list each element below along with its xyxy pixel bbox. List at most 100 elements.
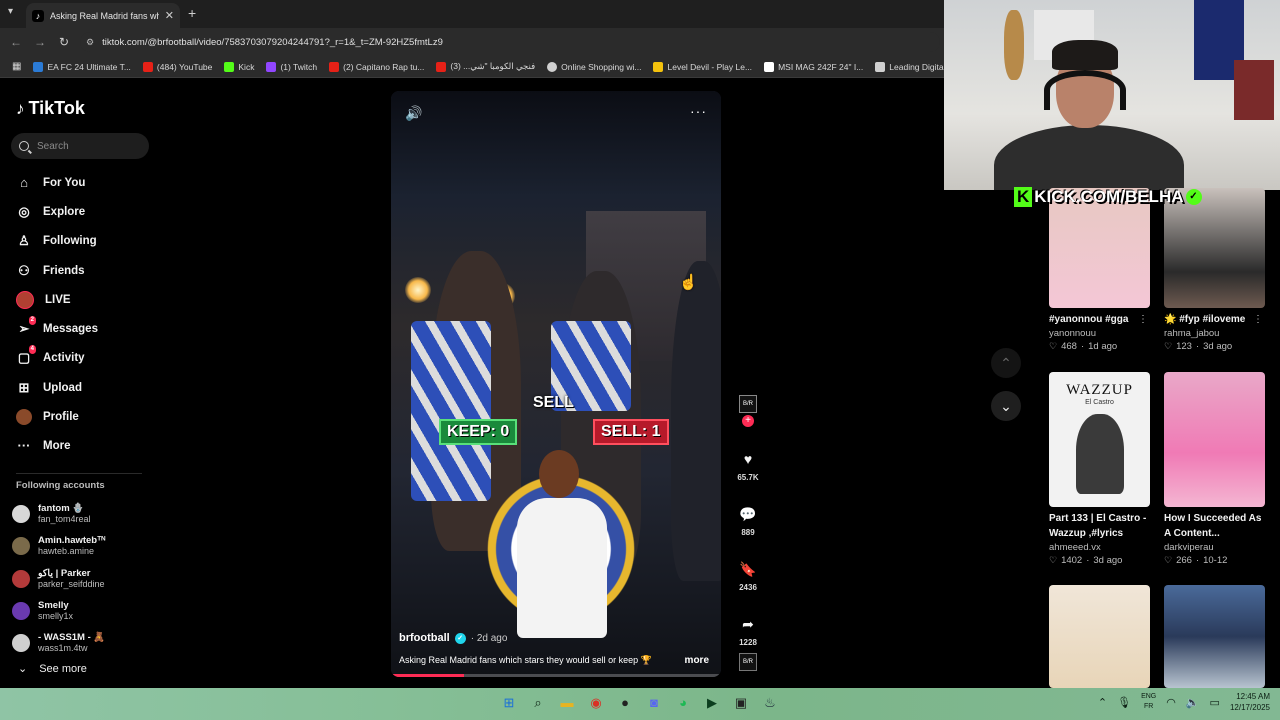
- discord-icon[interactable]: ◙: [643, 692, 665, 714]
- video-person: [671, 261, 721, 581]
- account-item[interactable]: - WASS1M - 🧸 wass1m.4tw: [12, 627, 152, 659]
- tray-expand-icon[interactable]: ⌃: [1098, 696, 1107, 709]
- tab-search-icon[interactable]: ▾: [8, 6, 13, 17]
- reload-icon[interactable]: ↻: [52, 35, 76, 49]
- bookmark-favicon-icon: [33, 61, 44, 72]
- comment-button[interactable]: 💬 889: [731, 502, 765, 537]
- chrome-icon[interactable]: ◉: [585, 692, 607, 714]
- forward-icon[interactable]: →: [28, 35, 52, 49]
- video-card-meta: ♡ 123 · 3d ago: [1164, 341, 1233, 352]
- save-button[interactable]: 🔖 2436: [731, 557, 765, 592]
- follow-plus-button[interactable]: +: [742, 415, 754, 427]
- nav-messages[interactable]: ➢ 2 Messages: [16, 314, 156, 343]
- account-item[interactable]: fantom 🪬 fan_tom4real: [12, 498, 152, 530]
- video-card[interactable]: [1164, 585, 1265, 688]
- more-options-icon[interactable]: ···: [690, 103, 707, 119]
- store-icon: [875, 61, 886, 72]
- tab-title: Asking Real Madrid fans wh: [50, 10, 159, 21]
- account-item[interactable]: Smelly smelly1x: [12, 595, 152, 627]
- video-progress-bar[interactable]: [391, 674, 721, 677]
- file-explorer-icon[interactable]: ▬: [556, 692, 578, 714]
- bookmark[interactable]: (484) YouTube: [137, 61, 218, 72]
- search-icon[interactable]: ⌕: [527, 692, 549, 714]
- tiktok-favicon-icon: ♪: [32, 9, 44, 22]
- search-input[interactable]: Search: [11, 133, 149, 159]
- site-info-icon[interactable]: ⚙: [86, 37, 94, 48]
- back-icon[interactable]: ←: [4, 35, 28, 49]
- tiktok-logo[interactable]: ♪ TikTok: [16, 98, 85, 119]
- nav-live[interactable]: LIVE: [16, 285, 156, 314]
- nav-explore[interactable]: ◎ Explore: [16, 197, 156, 226]
- nav-for-you[interactable]: ⌂ For You: [16, 168, 156, 197]
- address-bar[interactable]: ⚙ tiktok.com/@brfootball/video/758370307…: [80, 32, 940, 52]
- sidebar-divider: [16, 473, 142, 474]
- like-button[interactable]: ♥ 65.7K: [731, 447, 765, 482]
- wifi-icon[interactable]: ◠: [1166, 696, 1176, 709]
- spotify-icon[interactable]: ◕: [672, 692, 694, 714]
- chevron-down-icon: ⌄: [1000, 398, 1012, 414]
- streamer-shirt: [994, 125, 1184, 190]
- nav-upload[interactable]: ⊞ Upload: [16, 373, 156, 402]
- bookmark[interactable]: فنجي الكومبا "شي... (3): [430, 61, 541, 72]
- youtube-icon: [436, 61, 447, 72]
- see-more-button[interactable]: ⌄ See more: [18, 662, 87, 676]
- account-item[interactable]: ياكو | Parker parker_seifddine: [12, 563, 152, 595]
- heart-icon: ♥: [743, 451, 753, 467]
- nav-activity[interactable]: ▢ 4 Activity: [16, 344, 156, 373]
- like-count: 65.7K: [737, 473, 759, 482]
- video-author[interactable]: brfootball ✓ · 2d ago: [399, 632, 507, 644]
- video-light: [405, 277, 431, 303]
- tab-close-icon[interactable]: ✕: [165, 9, 174, 22]
- bookmark[interactable]: Online Shopping wi...: [541, 61, 647, 72]
- nav-more[interactable]: ··· More: [16, 432, 156, 461]
- kebab-icon[interactable]: ⋮: [1253, 314, 1263, 325]
- main-nav: ⌂ For You ◎ Explore ♙ Following ⚇ Friends LI…: [16, 168, 156, 461]
- nav-following[interactable]: ♙ Following: [16, 227, 156, 256]
- clock[interactable]: 12:45 AM 12/17/2025: [1230, 691, 1270, 713]
- bookmark[interactable]: Kick: [218, 61, 260, 72]
- nav-friends[interactable]: ⚇ Friends: [16, 256, 156, 285]
- video-card[interactable]: #yanonnou #gga ⋮ yanonnouu ♡ 468 · 1d ago: [1049, 188, 1150, 353]
- activity-icon: ▢ 4: [17, 345, 36, 366]
- video-card-title: How I Succeeded As A Content...: [1164, 513, 1262, 539]
- language-indicator[interactable]: ENG FR: [1141, 692, 1156, 712]
- new-tab-button[interactable]: +: [188, 5, 196, 21]
- bookmark[interactable]: MSI MAG 242F 24" I...: [758, 61, 869, 72]
- steam-icon[interactable]: ♨: [759, 692, 781, 714]
- headset: [1044, 70, 1126, 110]
- app-icon[interactable]: ●: [614, 692, 636, 714]
- creator-avatar[interactable]: B/R: [739, 395, 757, 413]
- apps-icon[interactable]: ▦: [6, 61, 27, 72]
- meta-dot: ·: [1195, 341, 1200, 352]
- battery-icon[interactable]: ▭: [1210, 696, 1220, 709]
- nav-profile[interactable]: Profile: [16, 402, 156, 431]
- account-item[interactable]: Amin.hawtebᵀᴺ hawteb.amine: [12, 530, 152, 562]
- previous-video-button[interactable]: ⌃: [991, 348, 1021, 378]
- bookmark[interactable]: EA FC 24 Ultimate T...: [27, 61, 136, 72]
- terminal-icon[interactable]: ▶: [701, 692, 723, 714]
- meta-dot: ·: [1080, 341, 1085, 352]
- bookmarks-bar: ▦ EA FC 24 Ultimate T... (484) YouTube K…: [0, 56, 944, 78]
- volume-icon[interactable]: 🔊: [405, 105, 422, 122]
- video-card[interactable]: 🌟 #fyp #iloveme ⋮ rahma_jabou ♡ 123 · 3d ag…: [1164, 188, 1265, 353]
- video-card[interactable]: WAZZUP El Castro Part 133 | El Castro - …: [1049, 372, 1150, 567]
- bookmark[interactable]: Level Devil - Play Le...: [647, 61, 758, 72]
- video-player[interactable]: SELL KEEP: 0 SELL: 1 🔊 ··· brfootball ✓ …: [391, 91, 721, 677]
- microphone-icon[interactable]: 🎙: [1117, 696, 1131, 709]
- windows-start-icon[interactable]: ⊞: [498, 692, 520, 714]
- kebab-icon[interactable]: ⋮: [1138, 314, 1148, 325]
- caption-more-button[interactable]: more: [685, 655, 709, 666]
- globe-icon: [547, 61, 558, 72]
- video-card[interactable]: How I Succeeded As A Content... darkvipe…: [1164, 372, 1265, 567]
- tab-active[interactable]: ♪ Asking Real Madrid fans wh ✕: [26, 3, 180, 28]
- share-button[interactable]: ➦ 1228: [731, 612, 765, 647]
- music-disc-icon[interactable]: B/R: [739, 653, 757, 671]
- kick-icon: [224, 61, 235, 72]
- epic-games-icon[interactable]: ▣: [730, 692, 752, 714]
- bookmark[interactable]: (1) Twitch: [260, 61, 323, 72]
- bookmark[interactable]: (2) Capitano Rap tu...: [323, 61, 430, 72]
- volume-icon[interactable]: 🔈: [1186, 696, 1200, 709]
- next-video-button[interactable]: ⌄: [991, 391, 1021, 421]
- video-card[interactable]: [1049, 585, 1150, 688]
- bookmark[interactable]: Leading Digital Stor...: [869, 61, 944, 72]
